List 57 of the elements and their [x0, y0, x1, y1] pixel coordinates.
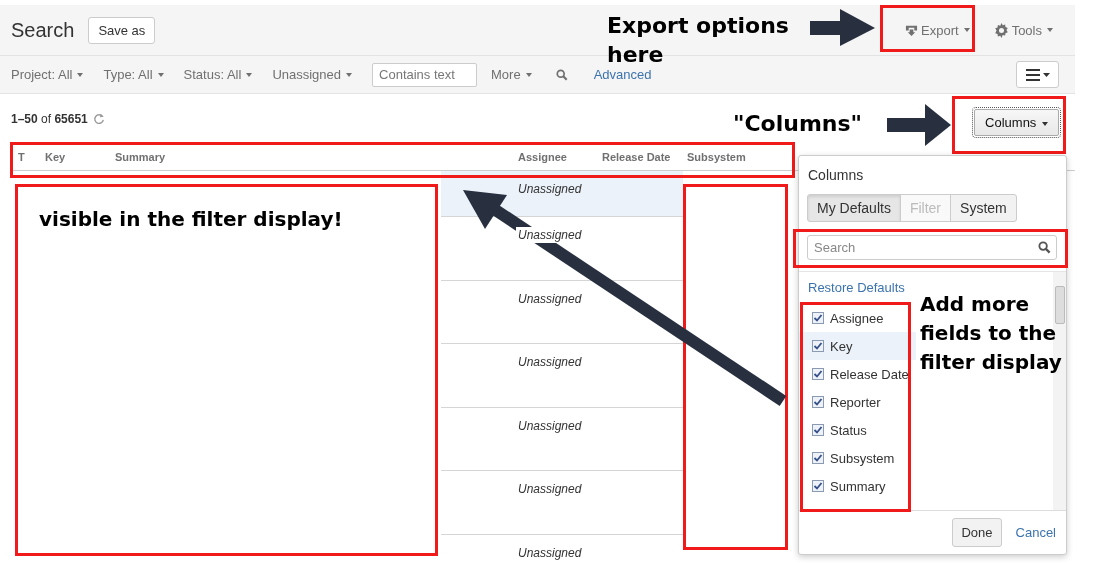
filter-dropdown[interactable]: More: [491, 67, 532, 82]
menu-icon: [1025, 68, 1050, 81]
column-set-tab[interactable]: My Defaults: [807, 194, 901, 222]
column-option[interactable]: Release Date: [799, 360, 916, 388]
layout-menu-button[interactable]: [1016, 61, 1059, 88]
advanced-link[interactable]: Advanced: [593, 67, 652, 82]
checkbox[interactable]: [812, 396, 824, 408]
column-option[interactable]: Assignee: [799, 304, 916, 332]
column-header[interactable]: Release Date: [602, 150, 687, 163]
restore-defaults-link[interactable]: Restore Defaults: [808, 280, 905, 304]
column-set-tab[interactable]: System: [950, 194, 1017, 222]
column-option[interactable]: Reporter: [799, 388, 916, 416]
filter-dropdown[interactable]: Status: All: [183, 67, 253, 82]
result-count: 1–50 of 65651: [11, 111, 88, 126]
column-header[interactable]: T: [10, 150, 45, 163]
column-search-field[interactable]: Search: [807, 235, 1057, 260]
column-option[interactable]: Status: [799, 416, 916, 444]
gear-icon: [993, 22, 1009, 38]
text-search-field[interactable]: Contains text: [372, 62, 478, 87]
annotation-text: "Columns": [733, 110, 863, 138]
checkbox[interactable]: [812, 452, 824, 464]
search-icon[interactable]: [555, 68, 568, 81]
column-header[interactable]: Subsystem: [687, 150, 746, 163]
popup-title: Columns: [807, 166, 865, 185]
column-header[interactable]: Key: [45, 150, 115, 163]
assignee-cell: Unassigned: [516, 227, 584, 243]
page-title: Search: [11, 18, 75, 42]
column-option[interactable]: Subsystem: [799, 444, 916, 472]
done-button[interactable]: Done: [952, 518, 1002, 547]
export-button[interactable]: Export: [905, 22, 970, 38]
annotation-text: Add more fields to the filter display: [920, 291, 1063, 376]
filter-dropdown[interactable]: Unassigned: [272, 67, 353, 82]
search-icon: [1038, 241, 1051, 254]
column-option[interactable]: Summary: [799, 472, 916, 500]
cancel-link[interactable]: Cancel: [1015, 525, 1056, 540]
tools-button[interactable]: Tools: [993, 22, 1053, 38]
checkbox[interactable]: [812, 312, 824, 324]
assignee-cell: Unassigned: [516, 354, 584, 370]
pointer-arrow: [810, 9, 875, 46]
filter-dropdown[interactable]: Project: All: [11, 67, 84, 82]
annotation-text: visible in the filter display!: [39, 206, 343, 233]
assignee-cell: Unassigned: [516, 481, 584, 497]
download-icon: [905, 23, 919, 37]
checkbox[interactable]: [812, 368, 824, 380]
checkbox[interactable]: [812, 340, 824, 352]
filter-dropdown[interactable]: Type: All: [103, 67, 164, 82]
assignee-cell: Unassigned: [516, 181, 584, 197]
columns-button[interactable]: Columns: [974, 109, 1059, 136]
checkbox[interactable]: [812, 424, 824, 436]
save-as-button[interactable]: Save as: [88, 16, 156, 44]
column-header[interactable]: Assignee: [518, 150, 602, 163]
refresh-icon[interactable]: [92, 112, 105, 125]
pointer-arrow: [887, 104, 951, 146]
column-option[interactable]: Key: [799, 332, 916, 360]
checkbox[interactable]: [812, 480, 824, 492]
annotation-text: Export options here: [607, 12, 790, 69]
column-header[interactable]: Summary: [115, 150, 518, 163]
